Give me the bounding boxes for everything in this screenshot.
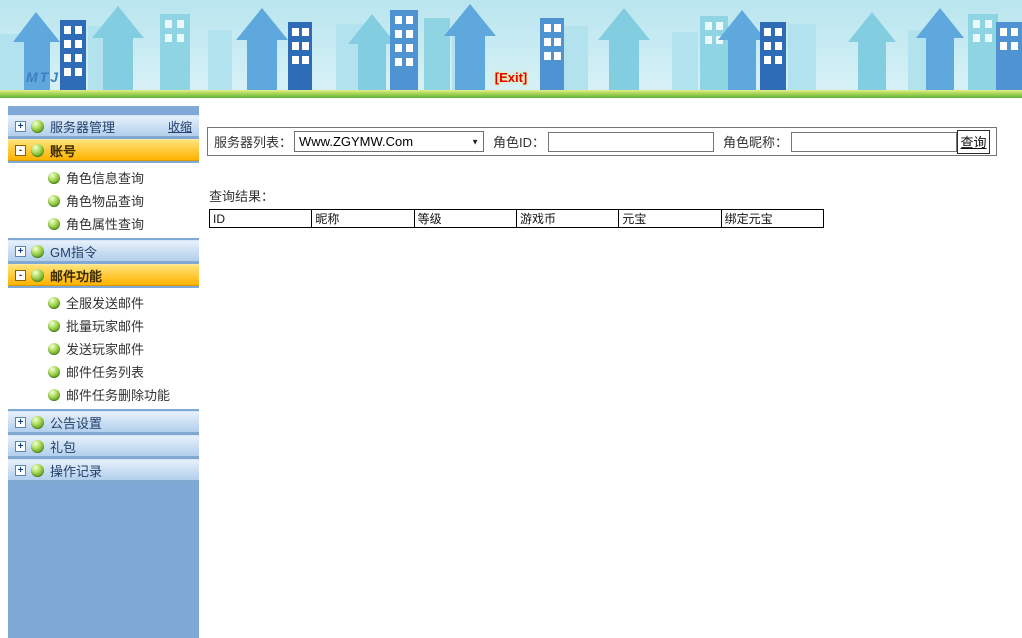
results-table: ID 昵称 等级 游戏币 元宝 绑定元宝 xyxy=(209,209,824,228)
expand-icon[interactable]: + xyxy=(15,121,26,132)
sidebar-item-label: 角色物品查询 xyxy=(66,191,144,210)
sidebar-item-label: 邮件任务列表 xyxy=(66,362,144,381)
expand-icon[interactable]: + xyxy=(15,441,26,452)
role-id-input[interactable] xyxy=(548,132,714,152)
account-submenu: 角色信息查询 角色物品查询 角色属性查询 xyxy=(8,163,199,238)
green-orb-icon xyxy=(31,416,44,429)
sidebar-item-label: 账号 xyxy=(50,141,76,160)
green-orb-icon xyxy=(31,269,44,282)
green-orb-icon xyxy=(48,343,60,355)
green-orb-icon xyxy=(48,195,60,207)
results-label: 查询结果： xyxy=(209,186,1022,205)
green-orb-icon xyxy=(31,144,44,157)
sidebar-item-label: 批量玩家邮件 xyxy=(66,316,144,335)
col-bound-yuanbao: 绑定元宝 xyxy=(721,210,823,228)
sidebar-item-role-info-query[interactable]: 角色信息查询 xyxy=(8,166,199,189)
sidebar-item-mail-task-list[interactable]: 邮件任务列表 xyxy=(8,360,199,383)
green-orb-icon xyxy=(31,245,44,258)
grass-strip xyxy=(0,90,1022,98)
collapse-link[interactable]: 收缩 xyxy=(168,118,195,135)
sidebar-item-send-player-mail[interactable]: 发送玩家邮件 xyxy=(8,337,199,360)
green-orb-icon xyxy=(31,440,44,453)
sidebar-item-label: 发送玩家邮件 xyxy=(66,339,144,358)
mail-submenu: 全服发送邮件 批量玩家邮件 发送玩家邮件 邮件任务列表 邮件任务删除功能 xyxy=(8,288,199,409)
col-nickname: 昵称 xyxy=(312,210,414,228)
server-select[interactable]: Www.ZGYMW.Com xyxy=(294,131,484,152)
sidebar-item-account[interactable]: - 账号 xyxy=(8,139,199,161)
sidebar-item-label: 公告设置 xyxy=(50,413,102,432)
expand-icon[interactable]: + xyxy=(15,246,26,257)
query-button[interactable]: 查询 xyxy=(957,130,990,154)
sidebar-item-gift[interactable]: + 礼包 xyxy=(8,435,199,457)
sidebar-item-mail-task-delete[interactable]: 邮件任务删除功能 xyxy=(8,383,199,406)
collapse-icon[interactable]: - xyxy=(15,270,26,281)
sidebar-item-role-item-query[interactable]: 角色物品查询 xyxy=(8,189,199,212)
green-orb-icon xyxy=(48,297,60,309)
sidebar-item-server-management[interactable]: + 服务器管理 收缩 xyxy=(8,115,199,137)
sidebar-item-label: 服务器管理 xyxy=(50,117,115,136)
logo: MTJ xyxy=(26,69,60,85)
server-list-label: 服务器列表： xyxy=(214,132,292,151)
table-header-row: ID 昵称 等级 游戏币 元宝 绑定元宝 xyxy=(210,210,824,228)
green-orb-icon xyxy=(31,464,44,477)
sidebar-item-mail[interactable]: - 邮件功能 xyxy=(8,264,199,286)
sidebar-item-label: 操作记录 xyxy=(50,461,102,480)
sidebar-item-label: 全服发送邮件 xyxy=(66,293,144,312)
role-id-label: 角色ID： xyxy=(493,132,545,151)
role-nickname-label: 角色昵称： xyxy=(723,132,788,151)
col-level: 等级 xyxy=(414,210,516,228)
sidebar-item-label: 角色信息查询 xyxy=(66,168,144,187)
header-banner: MTJ [Exit] xyxy=(0,0,1022,98)
green-orb-icon xyxy=(48,218,60,230)
sidebar-item-role-attr-query[interactable]: 角色属性查询 xyxy=(8,212,199,235)
sidebar-item-send-all-mail[interactable]: 全服发送邮件 xyxy=(8,291,199,314)
sidebar-item-label: 邮件功能 xyxy=(50,266,102,285)
green-orb-icon xyxy=(48,389,60,401)
green-orb-icon xyxy=(31,120,44,133)
sidebar-item-announcement[interactable]: + 公告设置 xyxy=(8,411,199,433)
sidebar-item-label: 礼包 xyxy=(50,437,76,456)
expand-icon[interactable]: + xyxy=(15,465,26,476)
col-yuanbao: 元宝 xyxy=(619,210,721,228)
collapse-icon[interactable]: - xyxy=(15,145,26,156)
col-game-coin: 游戏币 xyxy=(516,210,618,228)
sidebar: + 服务器管理 收缩 - 账号 角色信息查询 角色物品查询 角色属性查询 + G… xyxy=(8,106,199,638)
query-form: 服务器列表： Www.ZGYMW.Com ▼ 角色ID： 角色昵称： 查询 xyxy=(207,127,997,156)
exit-link[interactable]: [Exit] xyxy=(495,70,528,85)
green-orb-icon xyxy=(48,366,60,378)
col-id: ID xyxy=(210,210,312,228)
expand-icon[interactable]: + xyxy=(15,417,26,428)
sidebar-item-operation-log[interactable]: + 操作记录 xyxy=(8,459,199,481)
sidebar-item-label: 角色属性查询 xyxy=(66,214,144,233)
green-orb-icon xyxy=(48,320,60,332)
green-orb-icon xyxy=(48,172,60,184)
role-nickname-input[interactable] xyxy=(791,132,957,152)
sidebar-item-label: 邮件任务删除功能 xyxy=(66,385,170,404)
server-select-wrap: Www.ZGYMW.Com ▼ xyxy=(294,131,484,152)
sidebar-item-batch-player-mail[interactable]: 批量玩家邮件 xyxy=(8,314,199,337)
sidebar-item-label: GM指令 xyxy=(50,242,97,261)
main-content: 服务器列表： Www.ZGYMW.Com ▼ 角色ID： 角色昵称： 查询 查询… xyxy=(199,98,1022,638)
sidebar-item-gm-command[interactable]: + GM指令 xyxy=(8,240,199,262)
